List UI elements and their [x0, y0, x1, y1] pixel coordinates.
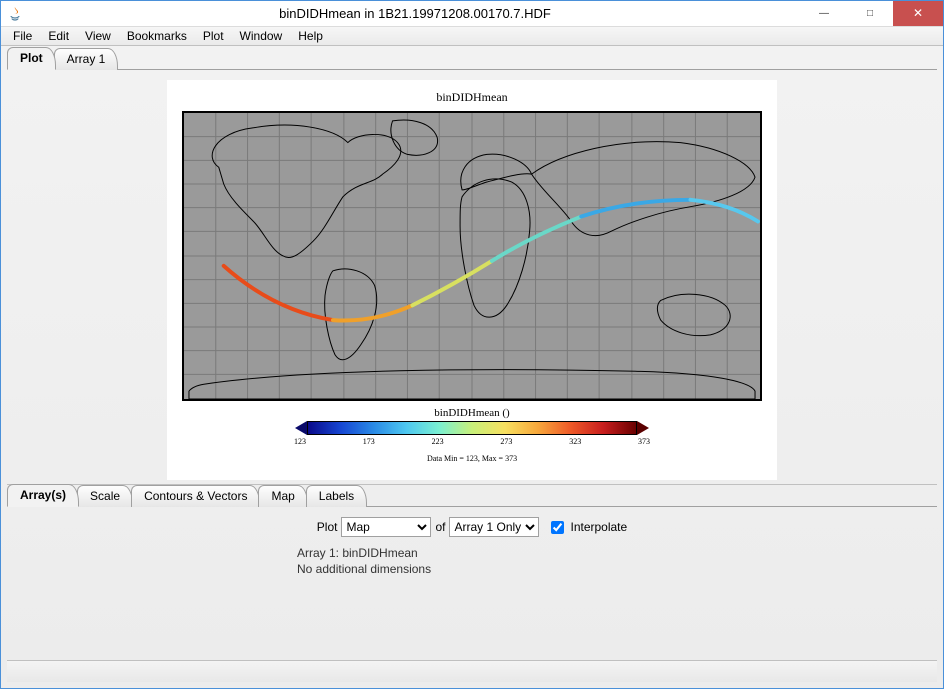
status-bar — [7, 660, 937, 682]
plot-label: Plot — [317, 520, 338, 534]
array-info: Array 1: binDIDHmean No additional dimen… — [297, 545, 937, 577]
data-min-max: Data Min = 123, Max = 373 — [167, 454, 777, 463]
tick: 173 — [363, 437, 375, 446]
array-line: Array 1: binDIDHmean — [297, 545, 937, 561]
interpolate-checkbox[interactable] — [551, 521, 564, 534]
of-label: of — [435, 520, 445, 534]
client-area: Plot Array 1 binDIDHmean — [1, 46, 943, 688]
tab-contours-vectors[interactable]: Contours & Vectors — [131, 485, 260, 507]
tick: 123 — [294, 437, 306, 446]
of-select[interactable]: Array 1 Only — [449, 517, 539, 537]
tab-map[interactable]: Map — [258, 485, 307, 507]
colorbar-label: binDIDHmean () — [167, 407, 777, 419]
colorbar-ticks: 123 173 223 273 323 373 — [294, 437, 650, 446]
top-tabstrip: Plot Array 1 — [7, 48, 937, 70]
tab-plot[interactable]: Plot — [7, 47, 56, 70]
menubar: File Edit View Bookmarks Plot Window Hel… — [1, 27, 943, 46]
window-buttons: — □ ✕ — [801, 1, 943, 26]
colorbar-gradient — [307, 421, 637, 435]
tick: 223 — [432, 437, 444, 446]
map-area — [182, 111, 762, 401]
colorbar-under-icon — [295, 421, 307, 435]
menu-help[interactable]: Help — [292, 27, 329, 45]
minimize-button[interactable]: — — [801, 1, 847, 26]
tick: 373 — [638, 437, 650, 446]
tick: 323 — [569, 437, 581, 446]
interpolate-wrap[interactable]: Interpolate — [547, 518, 627, 537]
lower-panel: Array(s) Scale Contours & Vectors Map La… — [7, 484, 937, 656]
plot-controls-row: Plot Map of Array 1 Only Interpolate — [7, 517, 937, 537]
tab-array1[interactable]: Array 1 — [54, 48, 119, 70]
tick: 273 — [500, 437, 512, 446]
tab-labels[interactable]: Labels — [306, 485, 367, 507]
menu-edit[interactable]: Edit — [42, 27, 75, 45]
maximize-button[interactable]: □ — [847, 1, 893, 26]
colorbar — [167, 421, 777, 435]
menu-view[interactable]: View — [79, 27, 117, 45]
titlebar: binDIDHmean in 1B21.19971208.00170.7.HDF… — [1, 1, 943, 27]
plot-panel: binDIDHmean — [7, 74, 937, 480]
window-title: binDIDHmean in 1B21.19971208.00170.7.HDF — [29, 6, 801, 21]
world-map-svg — [184, 113, 760, 399]
plot-type-select[interactable]: Map — [341, 517, 431, 537]
menu-file[interactable]: File — [7, 27, 38, 45]
tab-scale[interactable]: Scale — [77, 485, 133, 507]
menu-bookmarks[interactable]: Bookmarks — [121, 27, 193, 45]
plot-title: binDIDHmean — [167, 80, 777, 105]
bottom-tabstrip: Array(s) Scale Contours & Vectors Map La… — [7, 485, 937, 507]
colorbar-over-icon — [637, 421, 649, 435]
close-button[interactable]: ✕ — [893, 1, 943, 26]
java-icon — [7, 5, 23, 21]
plot-canvas: binDIDHmean — [167, 80, 777, 480]
interpolate-label: Interpolate — [570, 520, 627, 534]
arrays-content: Plot Map of Array 1 Only Interpolate Arr… — [7, 507, 937, 656]
nodim-line: No additional dimensions — [297, 561, 937, 577]
menu-plot[interactable]: Plot — [197, 27, 230, 45]
tab-arrays[interactable]: Array(s) — [7, 484, 79, 507]
menu-window[interactable]: Window — [234, 27, 289, 45]
